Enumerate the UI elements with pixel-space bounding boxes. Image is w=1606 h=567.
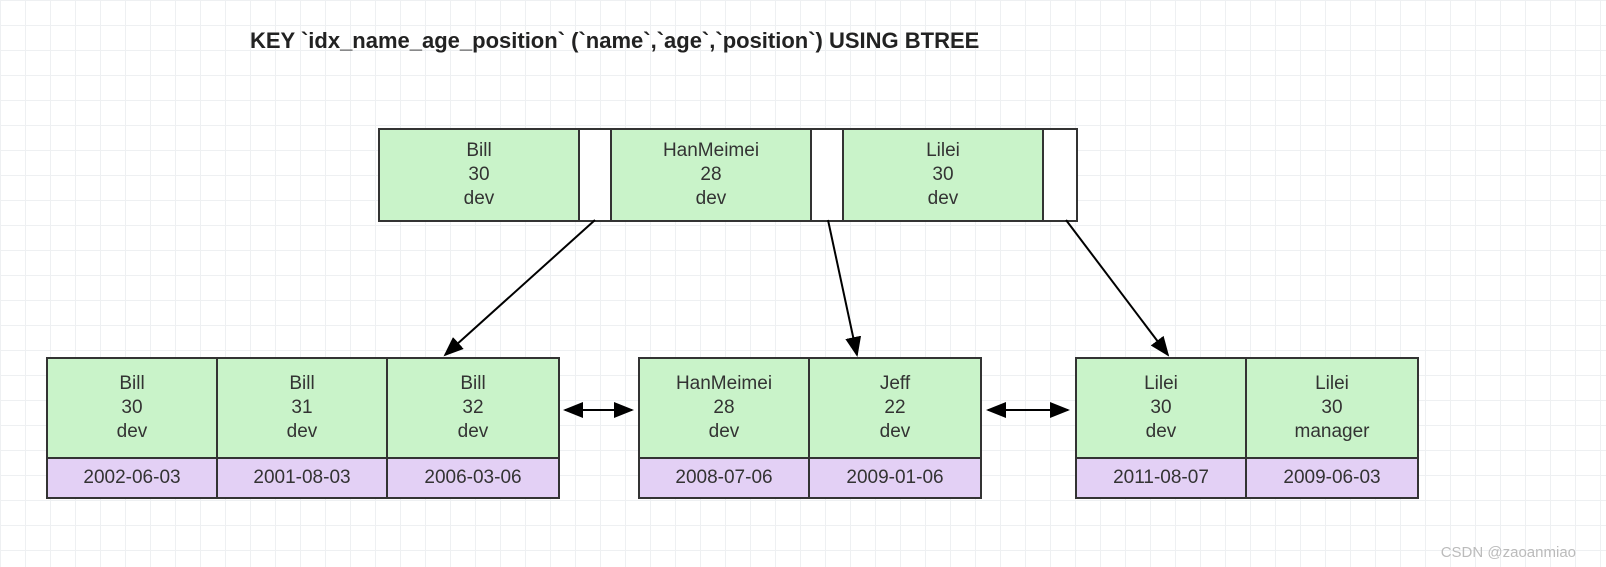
leaf-age: 30 — [1321, 396, 1342, 420]
root-key-age: 28 — [700, 163, 721, 187]
root-key-0: Bill 30 dev — [380, 130, 580, 220]
leaf-name: Jeff — [880, 372, 910, 396]
root-pointer-1 — [812, 130, 844, 220]
root-key-name: Lilei — [926, 139, 960, 163]
leaf-cell: Bill 31 dev 2001-08-03 — [218, 359, 388, 497]
leaf-name: Bill — [289, 372, 314, 396]
leaf-age: 31 — [291, 396, 312, 420]
leaf-cell: Lilei 30 dev 2011-08-07 — [1077, 359, 1247, 497]
leaf-age: 28 — [713, 396, 734, 420]
leaf-name: HanMeimei — [676, 372, 772, 396]
root-key-1: HanMeimei 28 dev — [612, 130, 812, 220]
leaf-position: dev — [1146, 420, 1177, 444]
leaf-position: dev — [709, 420, 740, 444]
leaf-key: Lilei 30 dev — [1077, 359, 1245, 459]
leaf-age: 32 — [462, 396, 483, 420]
root-key-2: Lilei 30 dev — [844, 130, 1044, 220]
leaf-date: 2001-08-03 — [218, 459, 386, 497]
leaf-date: 2011-08-07 — [1077, 459, 1245, 497]
leaf-age: 30 — [1150, 396, 1171, 420]
leaf-date: 2008-07-06 — [640, 459, 808, 497]
leaf-cell: Lilei 30 manager 2009-06-03 — [1247, 359, 1417, 497]
leaf-group-2: Lilei 30 dev 2011-08-07 Lilei 30 manager… — [1075, 357, 1419, 499]
leaf-date: 2006-03-06 — [388, 459, 558, 497]
root-key-name: Bill — [466, 139, 491, 163]
diagram-title: KEY `idx_name_age_position` (`name`,`age… — [250, 28, 979, 54]
leaf-cell: Bill 30 dev 2002-06-03 — [48, 359, 218, 497]
leaf-key: Bill 32 dev — [388, 359, 558, 459]
leaf-cell: Jeff 22 dev 2009-01-06 — [810, 359, 980, 497]
root-pointer-2 — [1044, 130, 1076, 220]
root-key-age: 30 — [468, 163, 489, 187]
leaf-cell: HanMeimei 28 dev 2008-07-06 — [640, 359, 810, 497]
leaf-age: 22 — [884, 396, 905, 420]
root-key-position: dev — [928, 187, 959, 211]
leaf-position: dev — [287, 420, 318, 444]
root-node: Bill 30 dev HanMeimei 28 dev Lilei 30 de… — [378, 128, 1078, 222]
leaf-position: manager — [1295, 420, 1370, 444]
watermark: CSDN @zaoanmiao — [1441, 544, 1576, 561]
root-pointer-0 — [580, 130, 612, 220]
leaf-age: 30 — [121, 396, 142, 420]
root-key-position: dev — [464, 187, 495, 211]
leaf-group-0: Bill 30 dev 2002-06-03 Bill 31 dev 2001-… — [46, 357, 560, 499]
leaf-group-1: HanMeimei 28 dev 2008-07-06 Jeff 22 dev … — [638, 357, 982, 499]
leaf-position: dev — [458, 420, 489, 444]
leaf-key: Jeff 22 dev — [810, 359, 980, 459]
leaf-position: dev — [880, 420, 911, 444]
leaf-key: Lilei 30 manager — [1247, 359, 1417, 459]
leaf-date: 2002-06-03 — [48, 459, 216, 497]
leaf-key: HanMeimei 28 dev — [640, 359, 808, 459]
leaf-name: Bill — [460, 372, 485, 396]
leaf-position: dev — [117, 420, 148, 444]
leaf-name: Lilei — [1144, 372, 1178, 396]
leaf-date: 2009-06-03 — [1247, 459, 1417, 497]
root-key-name: HanMeimei — [663, 139, 759, 163]
leaf-name: Lilei — [1315, 372, 1349, 396]
leaf-date: 2009-01-06 — [810, 459, 980, 497]
leaf-key: Bill 30 dev — [48, 359, 216, 459]
root-key-age: 30 — [932, 163, 953, 187]
root-key-position: dev — [696, 187, 727, 211]
leaf-name: Bill — [119, 372, 144, 396]
leaf-cell: Bill 32 dev 2006-03-06 — [388, 359, 558, 497]
leaf-key: Bill 31 dev — [218, 359, 386, 459]
